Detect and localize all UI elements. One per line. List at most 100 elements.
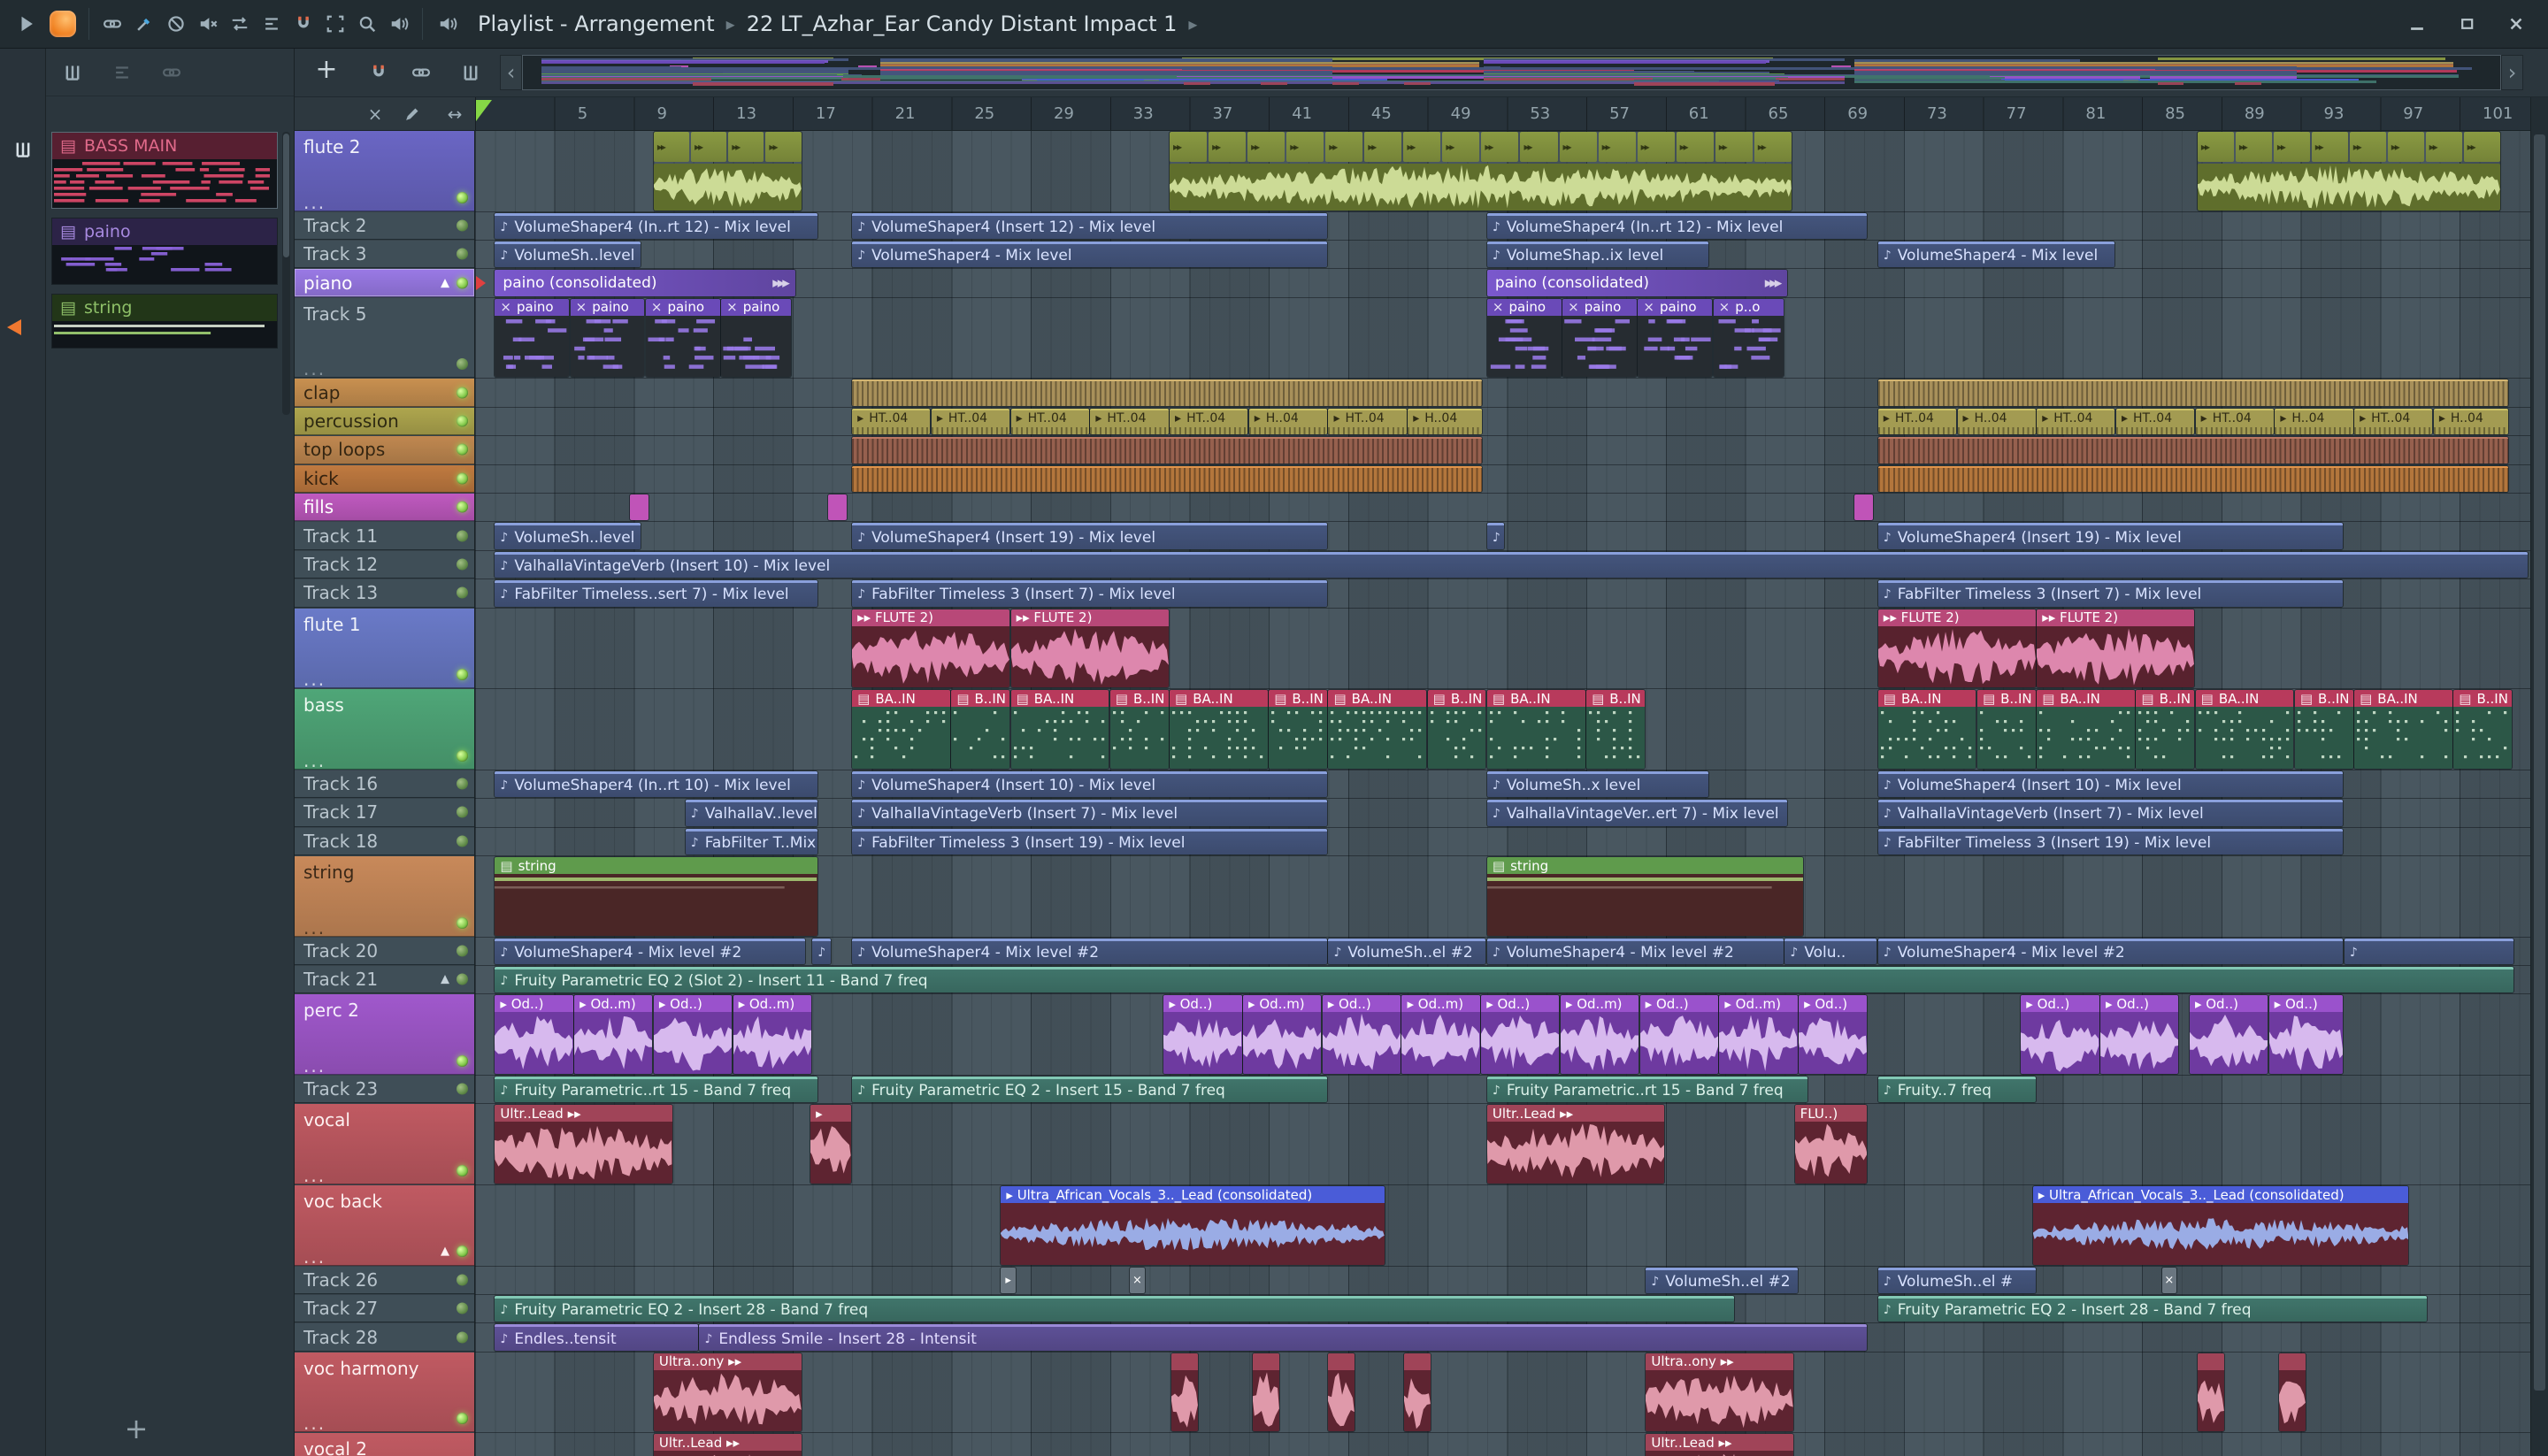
track-header-track-18[interactable]: Track 18 bbox=[295, 827, 474, 855]
clip[interactable]: ▤ B..IN bbox=[951, 690, 1010, 769]
zoom-icon[interactable] bbox=[351, 8, 383, 40]
clip[interactable]: ♪ VolumeShaper4 - Mix level bbox=[852, 241, 1327, 268]
track-options-dots[interactable]: ... bbox=[303, 360, 326, 378]
clip[interactable]: ♪ Endless Smile - Insert 28 - Intensit bbox=[699, 1324, 1868, 1351]
track-mute-led[interactable] bbox=[457, 530, 468, 542]
track-header-track-5[interactable]: Track 5... bbox=[295, 297, 474, 379]
clip[interactable]: ♪ ValhallaV..level bbox=[685, 800, 817, 826]
clip[interactable]: FLU..) bbox=[1794, 1105, 1868, 1184]
playlist-snap-icon[interactable] bbox=[364, 57, 394, 88]
clip[interactable] bbox=[629, 494, 649, 521]
scroll-right-button[interactable]: › bbox=[2501, 55, 2523, 90]
clip[interactable]: ♪ VolumeSh..el # bbox=[1877, 1267, 2036, 1293]
clip[interactable] bbox=[1877, 379, 2508, 406]
clip[interactable]: ♪ VolumeSh..level bbox=[495, 241, 641, 268]
cut-icon[interactable]: × bbox=[576, 299, 587, 315]
clip[interactable] bbox=[1171, 1353, 1199, 1432]
clip[interactable]: ▸ HT..04 bbox=[1328, 408, 1407, 435]
track-header-track-20[interactable]: Track 20 bbox=[295, 937, 474, 965]
playlist-panel-icon[interactable] bbox=[7, 134, 39, 165]
clip[interactable] bbox=[852, 379, 1482, 406]
clip[interactable]: ♪ VolumeShaper4 - Mix level #2 bbox=[852, 938, 1327, 964]
clip[interactable]: × paino bbox=[570, 298, 645, 378]
clip[interactable]: ▸ H..04 bbox=[1957, 408, 2036, 435]
clip[interactable]: ♪ VolumeShaper4 (In..rt 12) - Mix level bbox=[495, 212, 817, 239]
clip[interactable]: ▸ Od..) bbox=[495, 995, 573, 1074]
clip[interactable] bbox=[2197, 1353, 2224, 1432]
clip[interactable]: ♪ FabFilter Timeless..sert 7) - Mix level bbox=[495, 580, 817, 607]
clip[interactable]: Ultr..Lead ▸▸ bbox=[495, 1105, 672, 1184]
clip[interactable]: ▤ B..IN bbox=[2453, 690, 2513, 769]
clip[interactable]: × paino bbox=[495, 298, 570, 378]
track-mute-led[interactable] bbox=[457, 1245, 468, 1257]
clip[interactable]: ♪ Volu.. bbox=[1784, 938, 1877, 964]
clip[interactable]: ▤ string bbox=[1486, 857, 1804, 936]
clip[interactable]: ♪ VolumeShaper4 (In..rt 12) - Mix level bbox=[1486, 212, 1868, 239]
track-options-dots[interactable]: ... bbox=[303, 194, 326, 211]
track-header-perc-2[interactable]: perc 2... bbox=[295, 994, 474, 1075]
clip[interactable]: ▸ Od..) bbox=[1639, 995, 1718, 1074]
clip[interactable]: ♪ bbox=[812, 938, 832, 964]
clip[interactable]: ▸ HT..04 bbox=[1090, 408, 1169, 435]
clip[interactable]: paino (consolidated) ▸▸▸ bbox=[495, 270, 795, 296]
clip[interactable]: Ultr..Lead ▸▸ bbox=[1486, 1105, 1665, 1184]
clip[interactable]: ▸ Od..) bbox=[2021, 995, 2099, 1074]
track-header-track-16[interactable]: Track 16 bbox=[295, 770, 474, 799]
clip[interactable] bbox=[1853, 494, 1873, 521]
clip[interactable]: × paino bbox=[645, 298, 720, 378]
picker-scrollbar[interactable] bbox=[282, 132, 290, 415]
clip[interactable]: ♪ VolumeShaper4 (Insert 12) - Mix level bbox=[852, 212, 1327, 239]
scroll-left-button[interactable]: ‹ bbox=[500, 55, 522, 90]
clip[interactable]: ♪ Endles..tensit bbox=[495, 1324, 698, 1351]
clip[interactable]: ♪ FabFilter Timeless 3 (Insert 7) - Mix l… bbox=[852, 580, 1327, 607]
clip[interactable]: ▸ Od..m) bbox=[1243, 995, 1322, 1074]
clip[interactable]: ♪ Fruity Parametric EQ 2 - Insert 15 - Ba… bbox=[852, 1077, 1327, 1103]
track-header-clap[interactable]: clap bbox=[295, 379, 474, 407]
clip[interactable]: ▸ Ultra_African_Vocals_3.._Lead (consoli… bbox=[1001, 1186, 1385, 1265]
picker-item-paino[interactable]: ▤ paino bbox=[51, 218, 278, 285]
clip[interactable]: ▸ HT..04 bbox=[2037, 408, 2115, 435]
clip[interactable]: ▤ B..IN bbox=[2136, 690, 2195, 769]
clip[interactable]: ▸ HT..04 bbox=[1010, 408, 1089, 435]
clip[interactable]: × bbox=[2161, 1267, 2176, 1293]
clip[interactable] bbox=[1328, 1353, 1355, 1432]
clip[interactable]: ♪ Fruity Parametric..rt 15 - Band 7 freq bbox=[495, 1077, 817, 1103]
clip[interactable]: ▤ BA..IN bbox=[1170, 690, 1268, 769]
playlist-picker-icon[interactable] bbox=[456, 57, 486, 88]
clip[interactable]: ▸ Od..) bbox=[1322, 995, 1401, 1074]
clip[interactable]: paino (consolidated) ▸▸▸ bbox=[1486, 270, 1788, 296]
track-mute-led[interactable] bbox=[457, 749, 468, 762]
clip[interactable] bbox=[852, 437, 1482, 464]
playlist-overview-scrollbar[interactable]: ‹ › bbox=[500, 55, 2523, 90]
collapse-arrow-icon[interactable]: ▲ bbox=[441, 973, 449, 986]
track-mute-led[interactable] bbox=[457, 443, 468, 456]
play-icon[interactable] bbox=[11, 8, 42, 40]
track-header-track-21[interactable]: Track 21 ▲ bbox=[295, 966, 474, 994]
clip[interactable]: ▤ BA..IN bbox=[1328, 690, 1427, 769]
track-lane[interactable] bbox=[475, 1267, 2530, 1295]
clip[interactable]: ▸▸ FLUTE 2) bbox=[1877, 609, 2036, 688]
clip[interactable]: ♪ VolumeShaper4 (Insert 10) - Mix level bbox=[1877, 770, 2344, 798]
clip[interactable]: ▸ H..04 bbox=[2433, 408, 2508, 435]
picker-sources-filter-icon[interactable] bbox=[106, 57, 138, 88]
clip[interactable]: ▤ BA..IN bbox=[852, 690, 950, 769]
fullscreen-icon[interactable] bbox=[319, 8, 351, 40]
track-mute-led[interactable] bbox=[457, 558, 468, 571]
clip[interactable] bbox=[1877, 465, 2508, 492]
clip[interactable]: ▤ string bbox=[495, 857, 817, 936]
swap-tool-icon[interactable] bbox=[224, 8, 256, 40]
track-header-vocal-2[interactable]: vocal 2... bbox=[295, 1433, 474, 1456]
track-options-dots[interactable]: ... bbox=[303, 919, 326, 937]
track-header-piano[interactable]: piano ▲ bbox=[295, 269, 474, 297]
clip[interactable]: ▤ B..IN bbox=[1427, 690, 1486, 769]
track-mute-led[interactable] bbox=[457, 778, 468, 790]
clip[interactable]: ▤ BA..IN bbox=[1486, 690, 1585, 769]
draw-tool-icon[interactable] bbox=[399, 101, 426, 127]
clip[interactable]: ♪ FabFilter Timeless 3 (Insert 7) - Mix l… bbox=[1877, 580, 2344, 607]
track-mute-led[interactable] bbox=[457, 387, 468, 399]
vertical-scrollbar[interactable] bbox=[2530, 97, 2548, 1456]
clip[interactable]: ▤ BA..IN bbox=[1877, 690, 1976, 769]
track-header-track-28[interactable]: Track 28 bbox=[295, 1323, 474, 1352]
track-header-track-11[interactable]: Track 11 bbox=[295, 522, 474, 550]
clip[interactable]: ▸▸ FLUTE 2) bbox=[1010, 609, 1169, 688]
